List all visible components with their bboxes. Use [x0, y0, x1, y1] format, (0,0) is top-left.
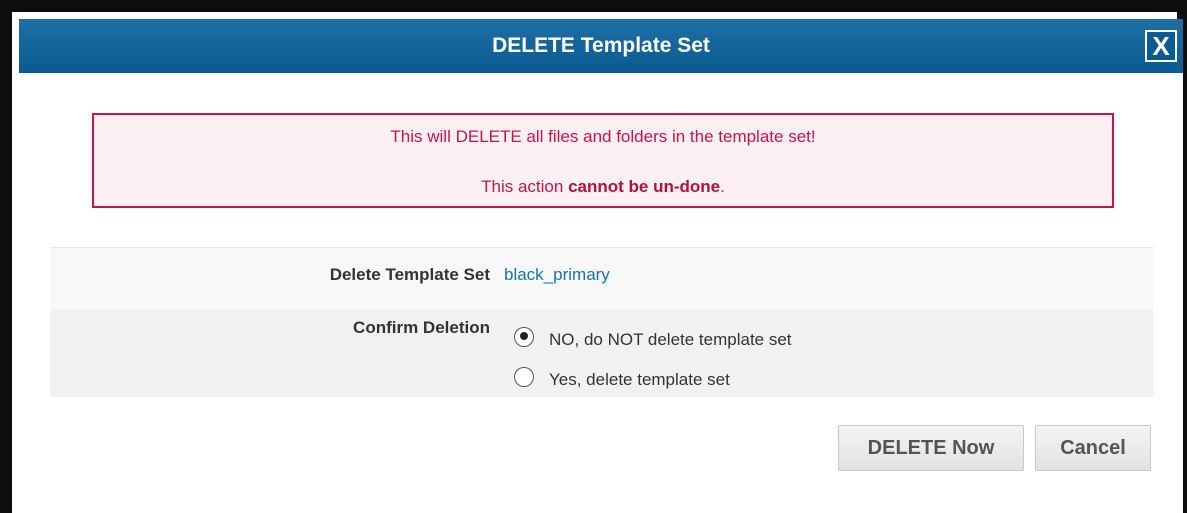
radio-option-no[interactable]: NO, do NOT delete template set: [514, 323, 792, 350]
warning-line-2-suffix: .: [720, 177, 725, 196]
template-set-label: Delete Template Set: [329, 265, 490, 284]
radio-no-button[interactable]: [514, 326, 534, 347]
dialog-title: DELETE Template Set: [492, 34, 710, 57]
radio-yes-label[interactable]: Yes, delete template set: [549, 370, 730, 390]
window-frame-left: [0, 0, 12, 513]
delete-template-set-dialog: DELETE Template Set X This will DELETE a…: [19, 19, 1183, 513]
warning-line-1: This will DELETE all files and folders i…: [390, 127, 816, 146]
confirm-deletion-label: Confirm Deletion: [353, 318, 490, 337]
radio-option-yes[interactable]: Yes, delete template set: [514, 363, 730, 390]
dialog-titlebar: DELETE Template Set X: [19, 19, 1183, 73]
close-button[interactable]: X: [1145, 30, 1177, 62]
radio-yes-button[interactable]: [514, 366, 534, 387]
confirm-deletion-row: Confirm Deletion NO, do NOT delete templ…: [50, 309, 1153, 397]
radio-no-label[interactable]: NO, do NOT delete template set: [549, 330, 792, 350]
warning-line-2: This action cannot be un-done.: [94, 177, 1112, 197]
template-set-link[interactable]: black_primary: [504, 265, 610, 285]
warning-line-2-prefix: This action: [481, 177, 569, 196]
warning-box: This will DELETE all files and folders i…: [92, 113, 1114, 208]
template-set-row: Delete Template Set black_primary: [50, 247, 1153, 310]
window-frame-top: [0, 0, 1187, 12]
cancel-button[interactable]: Cancel: [1035, 425, 1151, 471]
warning-emphasis: cannot be un-done: [568, 177, 721, 196]
delete-now-button[interactable]: DELETE Now: [838, 425, 1024, 471]
